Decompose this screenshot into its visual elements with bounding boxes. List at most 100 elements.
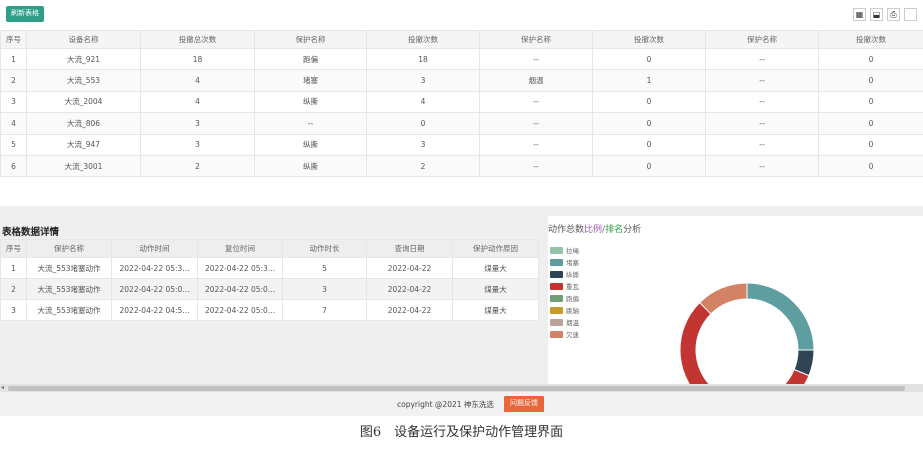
detail-row[interactable]: 2 大流_553堵塞动作 2022-04-22 05:0... 2022-04-22 … [0,278,539,300]
table-cell: -- [705,90,819,114]
column-header: 设备名称 [26,30,141,49]
detail-cell: 3 [282,278,367,300]
device-summary-table: 序号 设备名称 投撤总次数 保护名称 投撤次数 保护名称 投撤次数 保护名称 投撤次数 1 大流_… [0,30,923,178]
footer: copyright @2021 神东洗选 问题反馈 [0,392,923,416]
table-row[interactable]: 1 大流_921 18 跑偏 18 -- 0 -- 0 [0,47,923,71]
table-cell: 纵撕 [254,154,367,178]
detail-cell: 2 [0,278,27,300]
column-header: 保护动作原因 [452,239,539,258]
table-cell: -- [705,133,819,156]
detail-cell: 煤量大 [452,299,539,321]
column-header: 保护名称 [254,30,367,49]
column-header: 投撤次数 [592,30,706,49]
table-row[interactable]: 2 大流_553 4 堵塞 3 烟温 1 -- 0 [0,69,923,92]
table-cell: 6 [0,154,27,178]
table-cell: 0 [592,47,706,71]
table-cell: 3 [140,133,255,156]
donut-slice[interactable] [698,282,748,315]
table-cell: 3 [366,133,480,156]
table-cell: -- [254,112,367,135]
scroll-thumb[interactable] [8,386,905,391]
table-cell: 大流_921 [26,47,141,71]
column-header: 序号 [0,239,27,258]
detail-cell: 煤量大 [452,257,539,279]
table-cell: -- [705,112,819,135]
table-cell: 纵撕 [254,90,367,114]
column-header: 复位时间 [197,239,283,258]
donut-chart [679,282,815,384]
table-cell: 0 [818,154,923,178]
toolbar: 刷新表格 ▦ ⬓ ⎙ [0,0,923,30]
table-cell: 0 [818,47,923,71]
table-cell: 4 [366,90,480,114]
detail-cell: 2022-04-22 [366,299,453,321]
detail-title: 表格数据详情 [2,227,60,238]
export-icon[interactable]: ⬓ [870,8,883,21]
table-cell: 4 [140,69,255,92]
detail-cell: 2022-04-22 05:0... [197,299,283,321]
table-cell: -- [705,69,819,92]
detail-cell: 2022-04-22 04:5... [111,299,198,321]
detail-cell: 大流_553堵塞动作 [26,299,112,321]
detail-cell: 2022-04-22 05:3... [111,257,198,279]
table-cell: -- [479,112,593,135]
detail-cell: 5 [282,257,367,279]
table-cell: 0 [592,90,706,114]
table-cell: -- [479,133,593,156]
horizontal-scrollbar[interactable]: ◂ [0,384,923,392]
feedback-button[interactable]: 问题反馈 [504,396,544,412]
table-row[interactable]: 5 大流_947 3 纵撕 3 -- 0 -- 0 [0,133,923,156]
table-row[interactable]: 6 大流_3001 2 纵撕 2 -- 0 -- 0 [0,154,923,178]
table-cell: 0 [592,133,706,156]
detail-cell: 7 [282,299,367,321]
table-cell: -- [479,154,593,178]
detail-row[interactable]: 1 大流_553堵塞动作 2022-04-22 05:3... 2022-04-22 … [0,257,539,279]
scroll-left-icon[interactable]: ◂ [1,384,4,392]
print-icon[interactable]: ⎙ [887,8,900,21]
table-cell: 1 [0,47,27,71]
table-cell: 大流_3001 [26,154,141,178]
table-cell: -- [479,90,593,114]
table-cell: 0 [818,112,923,135]
column-header: 投撤次数 [818,30,923,49]
column-header: 保护名称 [479,30,593,49]
table-cell: 0 [818,69,923,92]
table-cell: 18 [140,47,255,71]
table-cell: 0 [818,90,923,114]
table-cell: 0 [818,133,923,156]
table-cell: 跑偏 [254,47,367,71]
table-cell: 0 [592,154,706,178]
table-cell: 大流_553 [26,69,141,92]
table-cell: -- [479,47,593,71]
table-cell: 3 [366,69,480,92]
blank-icon[interactable] [904,8,917,21]
column-header: 保护名称 [26,239,112,258]
detail-cell: 煤量大 [452,278,539,300]
table-cell: 2 [366,154,480,178]
detail-cell: 2022-04-22 [366,257,453,279]
table-row[interactable]: 3 大流_2004 4 纵撕 4 -- 0 -- 0 [0,90,923,114]
table-cell: 大流_947 [26,133,141,156]
table-cell: -- [705,47,819,71]
table-tool-icons: ▦ ⬓ ⎙ [853,8,917,21]
table-cell: 堵塞 [254,69,367,92]
table-cell: 3 [0,90,27,114]
column-header: 投撤总次数 [140,30,255,49]
lower-panel: 表格数据详情 序号 保护名称 动作时间 复位时间 动作时长 查询日期 保护动作原因 1 大流_… [0,206,923,416]
column-header: 查询日期 [366,239,453,258]
detail-table: 序号 保护名称 动作时间 复位时间 动作时长 查询日期 保护动作原因 1 大流_553堵塞动作… [0,239,539,321]
column-header: 序号 [0,30,27,49]
columns-icon[interactable]: ▦ [853,8,866,21]
table-cell: 18 [366,47,480,71]
detail-cell: 大流_553堵塞动作 [26,257,112,279]
column-header: 动作时间 [111,239,198,258]
refresh-table-button[interactable]: 刷新表格 [6,6,44,22]
donut-slice[interactable] [746,282,815,351]
detail-row[interactable]: 3 大流_553堵塞动作 2022-04-22 04:5... 2022-04-22 … [0,299,539,321]
detail-cell: 2022-04-22 05:0... [197,278,283,300]
table-cell: 1 [592,69,706,92]
table-row[interactable]: 4 大流_806 3 -- 0 -- 0 -- 0 [0,112,923,135]
table-cell: 大流_806 [26,112,141,135]
table-cell: 0 [366,112,480,135]
table-cell: -- [705,154,819,178]
